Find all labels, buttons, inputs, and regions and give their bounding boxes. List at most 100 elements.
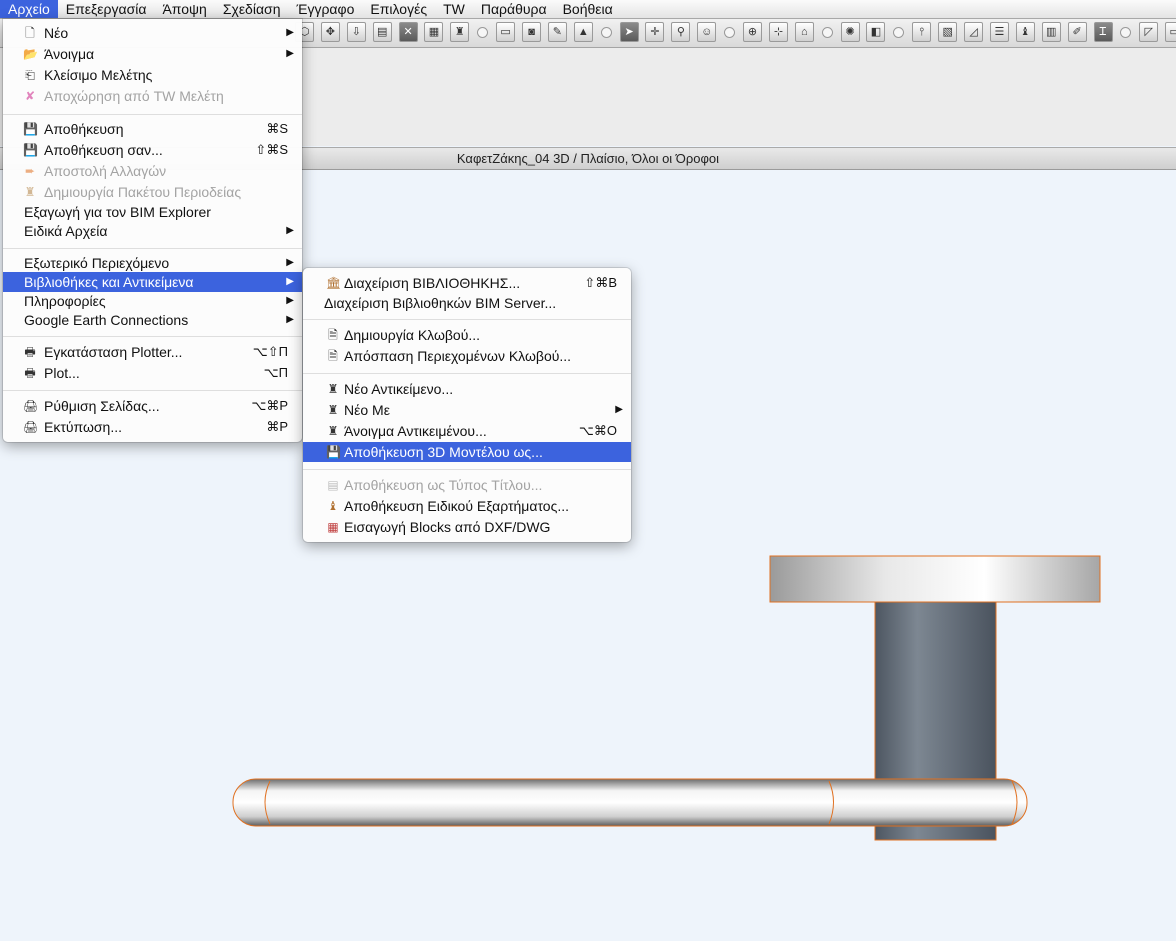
menu-item-label: Ρύθμιση Σελίδας... bbox=[44, 398, 160, 414]
menu-item-libraries-objects[interactable]: Βιβλιοθήκες και Αντικείμενα ▶ bbox=[3, 272, 302, 292]
menu-item-label: Δημιουργία Κλωβού... bbox=[344, 327, 481, 343]
menu-item-plot[interactable]: 🖶 Plot... ⌥Π bbox=[3, 363, 302, 383]
menu-item-close-project[interactable]: ⎗ Κλείσιμο Μελέτης bbox=[3, 65, 302, 85]
menu-item-save-as[interactable]: 💾 Αποθήκευση σαν... ⇧⌘S bbox=[3, 140, 302, 160]
menu-item-label: Δημιουργία Πακέτου Περιοδείας bbox=[44, 184, 242, 200]
menu-shortcut: ⌘S bbox=[266, 121, 288, 136]
horizontal-bar[interactable] bbox=[232, 778, 1028, 827]
menu-item-google-earth[interactable]: Google Earth Connections ▶ bbox=[3, 310, 302, 330]
submenu-arrow-icon: ▶ bbox=[286, 27, 294, 38]
menu-item-label: Αποχώρηση από TW Μελέτη bbox=[44, 88, 224, 104]
menu-shortcut: ⌘P bbox=[266, 419, 288, 434]
save-title-type-icon: ▤ bbox=[327, 478, 339, 492]
menu-item-label: Εξωτερικό Περιεχόμενο bbox=[24, 255, 170, 271]
menu-item-label: Πληροφορίες bbox=[24, 293, 106, 309]
menu-item-label: Απόσπαση Περιεχομένων Κλωβού... bbox=[344, 348, 572, 364]
menu-item-label: Νέο bbox=[44, 25, 69, 41]
menu-item-save-title-type: ▤ Αποθήκευση ως Τύπος Τίτλου... bbox=[303, 475, 631, 495]
new-document-icon: 🗋 bbox=[25, 26, 35, 40]
menu-item-import-blocks[interactable]: ▦ Εισαγωγή Blocks από DXF/DWG bbox=[303, 517, 631, 537]
menu-separator bbox=[3, 336, 302, 337]
menu-separator bbox=[3, 114, 302, 115]
menu-item-new-with[interactable]: ♜ Νέο Με ▶ bbox=[303, 400, 631, 420]
menu-item-label: Αποθήκευση ως Τύπος Τίτλου... bbox=[344, 477, 543, 493]
menu-separator bbox=[303, 373, 631, 374]
save-as-icon: 💾 bbox=[23, 143, 38, 157]
menu-item-label: Διαχείριση ΒΙΒΛΙΟΘΗΚΗΣ... bbox=[344, 275, 521, 291]
menu-item-label: Νέο Αντικείμενο... bbox=[344, 381, 454, 397]
plotter-setup-icon: 🖶 bbox=[24, 345, 36, 359]
submenu-arrow-icon: ▶ bbox=[286, 295, 294, 306]
new-with-icon: ♜ bbox=[327, 403, 339, 417]
submenu-arrow-icon: ▶ bbox=[286, 314, 294, 325]
menu-item-label: Αποθήκευση Ειδικού Εξαρτήματος... bbox=[344, 498, 569, 514]
submenu-arrow-icon: ▶ bbox=[615, 404, 623, 415]
column-cap[interactable] bbox=[769, 555, 1101, 603]
menu-item-label: Βιβλιοθήκες και Αντικείμενα bbox=[24, 274, 194, 290]
new-object-icon: ♜ bbox=[327, 382, 339, 396]
menu-item-save[interactable]: 💾 Αποθήκευση ⌘S bbox=[3, 119, 302, 139]
menu-item-label: Άνοιγμα bbox=[44, 46, 95, 62]
plot-icon: 🖶 bbox=[24, 366, 36, 380]
menu-item-save-special-component[interactable]: ♝ Αποθήκευση Ειδικού Εξαρτήματος... bbox=[303, 496, 631, 516]
menu-separator bbox=[3, 390, 302, 391]
menu-item-label: Αποθήκευση bbox=[44, 121, 124, 137]
save-icon: 💾 bbox=[23, 122, 38, 136]
save-special-component-icon: ♝ bbox=[327, 499, 339, 513]
menu-item-label: Άνοιγμα Αντικειμένου... bbox=[344, 423, 487, 439]
menu-item-label: Νέο Με bbox=[344, 402, 390, 418]
menu-item-create-container[interactable]: 🗎 Δημιουργία Κλωβού... bbox=[303, 325, 631, 345]
menu-item-new[interactable]: 🗋 Νέο ▶ bbox=[3, 23, 302, 43]
menu-item-label: Διαχείριση Βιβλιοθηκών BIM Server... bbox=[324, 295, 557, 311]
menu-item-label: Ειδικά Αρχεία bbox=[24, 223, 108, 239]
menu-item-open-object[interactable]: ♜ Άνοιγμα Αντικειμένου... ⌥⌘O bbox=[303, 421, 631, 441]
import-blocks-icon: ▦ bbox=[327, 520, 339, 534]
menu-item-info[interactable]: Πληροφορίες ▶ bbox=[3, 291, 302, 311]
menu-item-external-content[interactable]: Εξωτερικό Περιεχόμενο ▶ bbox=[3, 253, 302, 273]
submenu-arrow-icon: ▶ bbox=[286, 48, 294, 59]
open-object-icon: ♜ bbox=[327, 424, 339, 438]
menu-item-extract-container[interactable]: 🗎 Απόσπαση Περιεχομένων Κλωβού... bbox=[303, 346, 631, 366]
menu-item-export-bim-explorer[interactable]: Εξαγωγή για τον BIM Explorer bbox=[3, 202, 302, 222]
menu-shortcut: ⌥Π bbox=[263, 365, 288, 380]
menu-item-special-files[interactable]: Ειδικά Αρχεία ▶ bbox=[3, 221, 302, 241]
menu-shortcut: ⇧⌘B bbox=[584, 275, 617, 290]
libraries-objects-submenu: 🏛 Διαχείριση ΒΙΒΛΙΟΘΗΚΗΣ... ⇧⌘B Διαχείρι… bbox=[303, 268, 631, 542]
submenu-arrow-icon: ▶ bbox=[286, 257, 294, 268]
menu-item-label: Εκτύπωση... bbox=[44, 419, 123, 435]
menu-item-label: Αποθήκευση σαν... bbox=[44, 142, 163, 158]
menu-item-label: Plot... bbox=[44, 365, 80, 381]
send-changes-icon: ➨ bbox=[24, 164, 36, 178]
leave-teamwork-icon: ✘ bbox=[24, 89, 36, 103]
menu-item-library-manager[interactable]: 🏛 Διαχείριση ΒΙΒΛΙΟΘΗΚΗΣ... ⇧⌘B bbox=[303, 273, 631, 293]
menu-item-travel-pack: ♜ Δημιουργία Πακέτου Περιοδείας bbox=[3, 182, 302, 202]
extract-container-icon: 🗎 bbox=[328, 349, 338, 363]
menu-item-bim-server-libraries[interactable]: Διαχείριση Βιβλιοθηκών BIM Server... bbox=[303, 293, 631, 313]
travel-pack-icon: ♜ bbox=[24, 185, 36, 199]
menu-item-open[interactable]: 📂 Άνοιγμα ▶ bbox=[3, 44, 302, 64]
close-project-icon: ⎗ bbox=[25, 68, 35, 82]
create-container-icon: 🗎 bbox=[328, 328, 338, 342]
menu-item-label: Αποστολή Αλλαγών bbox=[44, 163, 167, 179]
menu-item-new-object[interactable]: ♜ Νέο Αντικείμενο... bbox=[303, 379, 631, 399]
menu-separator bbox=[303, 469, 631, 470]
library-manager-icon: 🏛 bbox=[326, 276, 342, 290]
menu-item-print[interactable]: 🖨 Εκτύπωση... ⌘P bbox=[3, 417, 302, 437]
menu-item-label: Αποθήκευση 3D Μοντέλου ως... bbox=[344, 444, 543, 460]
open-folder-icon: 📂 bbox=[23, 47, 38, 61]
menu-item-label: Εξαγωγή για τον BIM Explorer bbox=[24, 204, 211, 220]
page-setup-icon: 🖨 bbox=[23, 399, 39, 413]
menu-item-leave-teamwork: ✘ Αποχώρηση από TW Μελέτη bbox=[3, 86, 302, 106]
menu-item-page-setup[interactable]: 🖨 Ρύθμιση Σελίδας... ⌥⌘P bbox=[3, 396, 302, 416]
menu-item-label: Google Earth Connections bbox=[24, 312, 189, 328]
submenu-arrow-icon: ▶ bbox=[286, 276, 294, 287]
menu-item-save-3d-model[interactable]: 💾 Αποθήκευση 3D Μοντέλου ως... bbox=[303, 442, 631, 462]
menu-item-plotter-setup[interactable]: 🖶 Εγκατάσταση Plotter... ⌥⇧Π bbox=[3, 342, 302, 362]
submenu-arrow-icon: ▶ bbox=[286, 225, 294, 236]
menu-separator bbox=[3, 248, 302, 249]
menu-separator bbox=[303, 319, 631, 320]
menu-item-label: Κλείσιμο Μελέτης bbox=[44, 67, 153, 83]
menu-shortcut: ⌥⇧Π bbox=[252, 344, 288, 359]
menu-item-label: Εισαγωγή Blocks από DXF/DWG bbox=[344, 519, 551, 535]
save-3d-model-icon: 💾 bbox=[326, 445, 341, 459]
